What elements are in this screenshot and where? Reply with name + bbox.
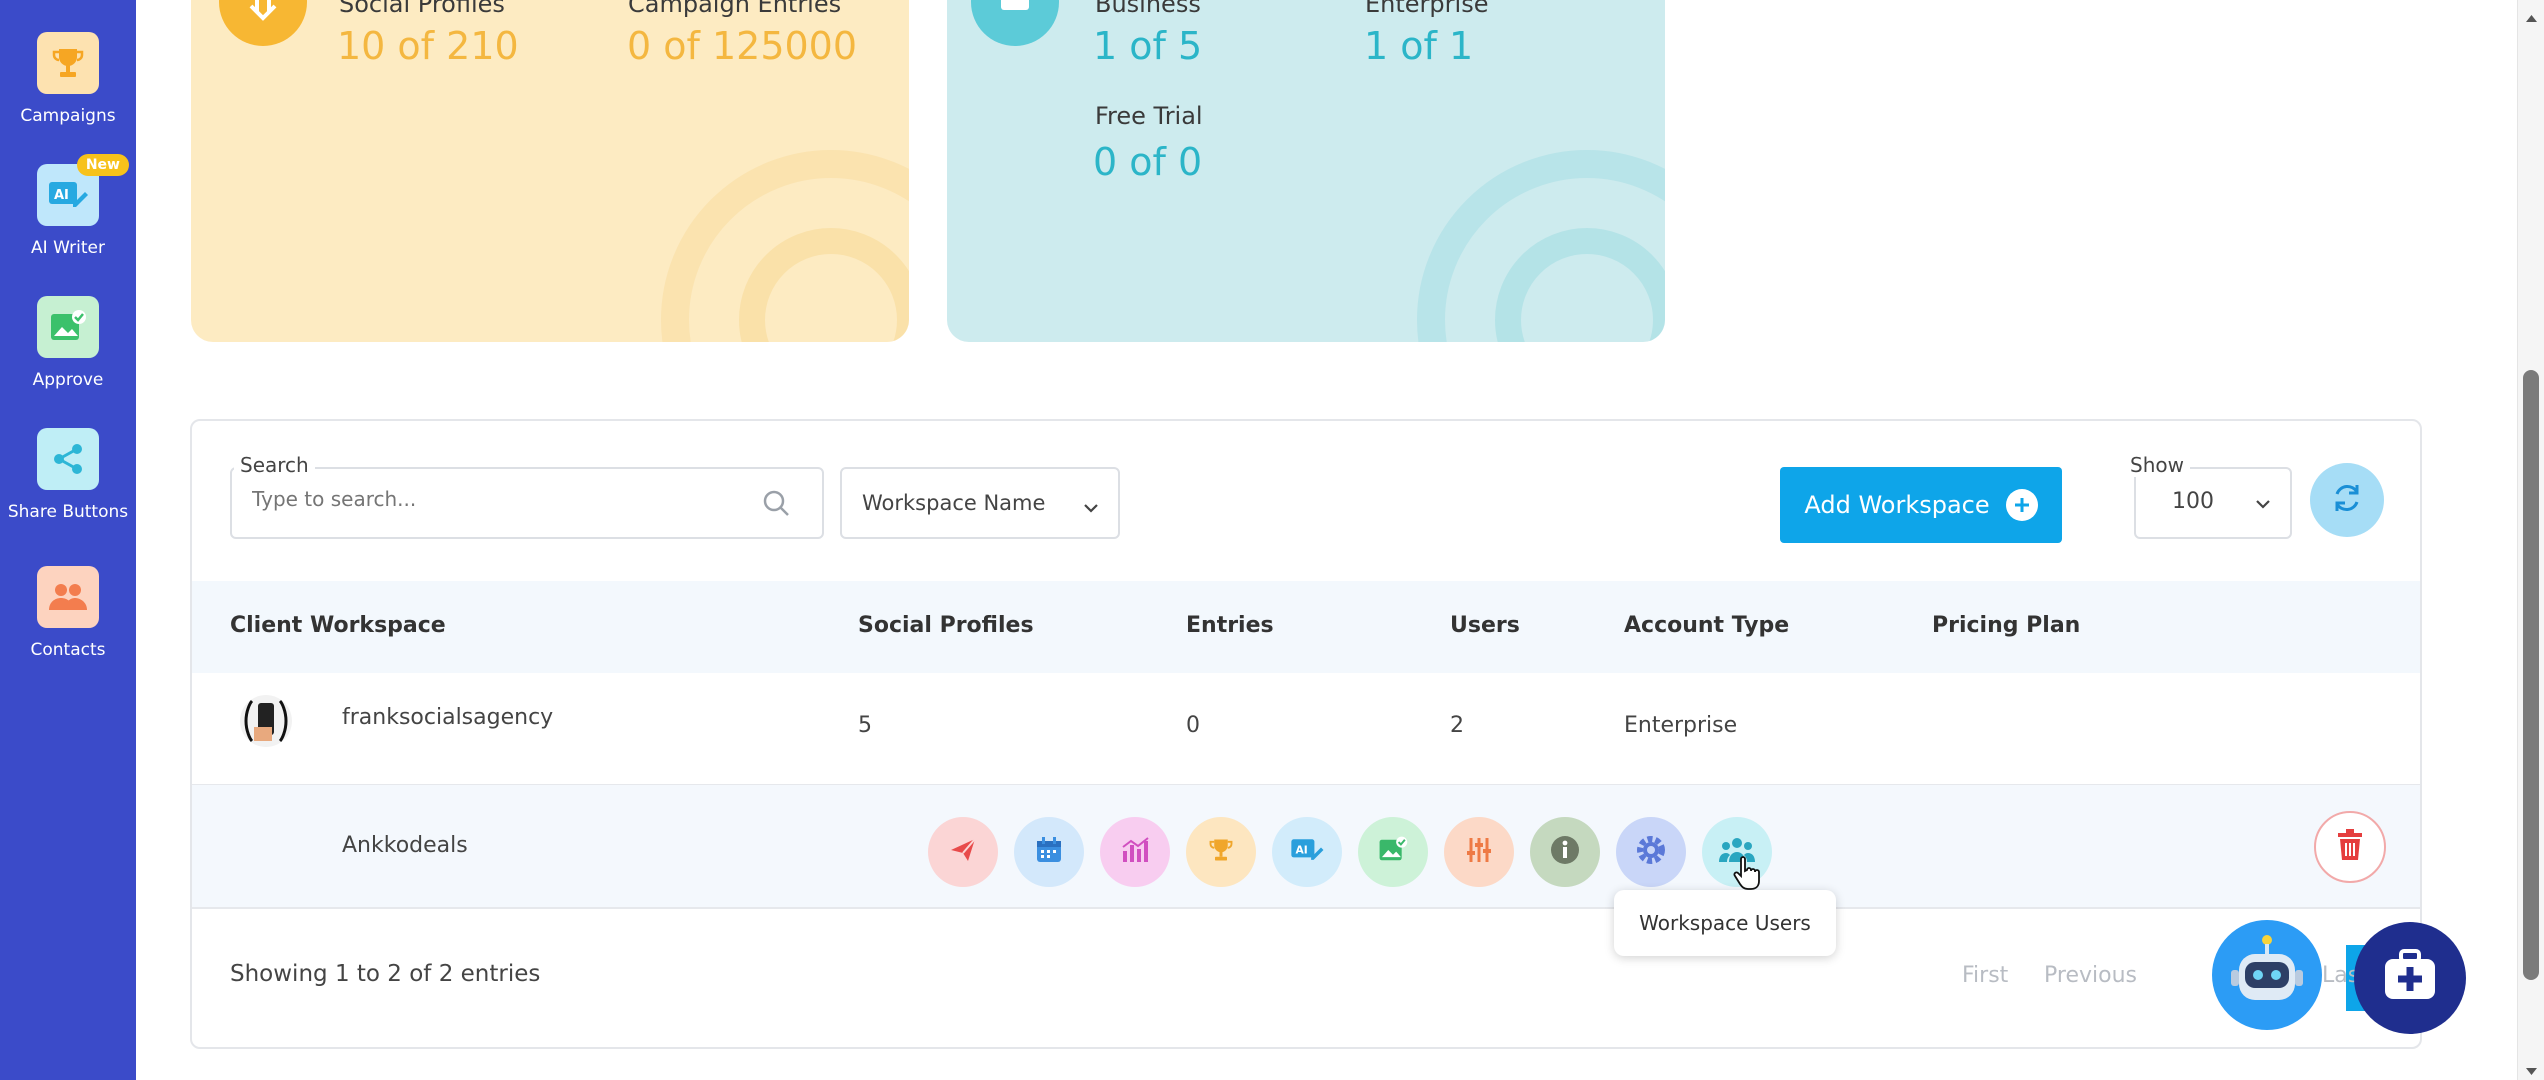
show-entries-select[interactable]: 100 — [2134, 467, 2292, 539]
gear-icon — [1634, 833, 1668, 871]
sidebar-item-label: Campaigns — [20, 106, 116, 126]
add-workspace-label: Add Workspace — [1804, 491, 1990, 519]
workspace-users-tooltip: Workspace Users — [1614, 890, 1836, 956]
document-icon — [971, 0, 1059, 46]
sidebar-item-share-buttons[interactable]: Share Buttons — [0, 428, 136, 522]
usage-card: Social Profiles 10 of 210 Campaign Entri… — [191, 0, 909, 342]
table-header: Client Workspace Social Profiles Entries… — [192, 581, 2420, 673]
plans-card: Business 1 of 5 Enterprise 1 of 1 Free T… — [947, 0, 1665, 342]
sidebar-item-campaigns[interactable]: Campaigns — [0, 32, 136, 126]
entries-count: 0 — [1186, 713, 1200, 738]
svg-text:AI: AI — [1295, 843, 1307, 856]
workspaces-panel: Search Workspace Name Add Workspace 100 … — [190, 419, 2422, 1049]
search-box[interactable] — [230, 467, 824, 539]
column-header: Account Type — [1624, 613, 1790, 638]
download-icon — [219, 0, 307, 46]
business-label: Business — [1095, 0, 1201, 18]
svg-text:AI: AI — [54, 188, 69, 203]
paper-plane-icon — [947, 834, 979, 870]
info-button[interactable] — [1530, 817, 1600, 887]
image-check-icon — [37, 296, 99, 358]
ai-writer-button[interactable]: AI — [1272, 817, 1342, 887]
chatbot-button[interactable] — [2212, 920, 2322, 1030]
workspace-avatar — [234, 693, 298, 753]
campaign-entries-label: Campaign Entries — [628, 0, 842, 18]
workspace-filter-select[interactable]: Workspace Name — [840, 467, 1120, 539]
business-value: 1 of 5 — [1093, 24, 1203, 68]
table-row: franksocialsagency 5 0 2 Enterprise — [192, 673, 2420, 785]
image-check-icon — [1377, 835, 1409, 869]
trash-icon — [2335, 828, 2365, 866]
free-trial-label: Free Trial — [1095, 102, 1203, 130]
workspace-name[interactable]: franksocialsagency — [342, 705, 553, 730]
workspace-filter-value: Workspace Name — [862, 491, 1046, 515]
free-trial-value: 0 of 0 — [1093, 140, 1203, 184]
social-profiles-count: 5 — [858, 713, 872, 738]
column-header: Client Workspace — [230, 613, 446, 638]
sidebar-item-label: Share Buttons — [7, 502, 129, 522]
settings-sliders-icon — [1464, 835, 1494, 869]
share-icon — [37, 428, 99, 490]
refresh-button[interactable] — [2310, 463, 2384, 537]
sidebar-item-label: Contacts — [30, 640, 106, 660]
show-label: Show — [2124, 453, 2190, 477]
table-row: Ankkodeals AI — [192, 785, 2420, 909]
workspace-name[interactable]: Ankkodeals — [342, 833, 468, 858]
support-button[interactable] — [2354, 922, 2466, 1034]
scrollbar-thumb[interactable] — [2523, 370, 2539, 980]
search-input[interactable] — [252, 487, 732, 511]
sidebar-item-approve[interactable]: Approve — [0, 296, 136, 390]
column-header[interactable]: Entries — [1186, 613, 1274, 638]
scroll-down-arrow-icon[interactable] — [2525, 1062, 2538, 1080]
refresh-icon — [2329, 480, 2365, 520]
sidebar-item-ai-writer[interactable]: AI New AI Writer — [0, 154, 136, 258]
calendar-icon — [1034, 835, 1064, 869]
search-label: Search — [234, 453, 315, 477]
trophy-icon — [37, 32, 99, 94]
trophy-icon — [1206, 835, 1236, 869]
info-icon — [1548, 833, 1582, 871]
settings-button[interactable] — [1616, 817, 1686, 887]
sidebar: Campaigns AI New AI Writer Approve Share… — [0, 0, 136, 1080]
pagination-first[interactable]: First — [1962, 963, 2008, 988]
account-type: Enterprise — [1624, 713, 1738, 738]
campaign-entries-value: 0 of 125000 — [627, 24, 858, 68]
sidebar-item-label: AI Writer — [31, 238, 105, 258]
social-profiles-label: Social Profiles — [339, 0, 505, 18]
campaigns-button[interactable] — [1186, 817, 1256, 887]
delete-workspace-button[interactable] — [2314, 811, 2386, 883]
calendar-button[interactable] — [1014, 817, 1084, 887]
ai-writer-icon: AI — [1289, 836, 1325, 868]
analytics-icon — [1119, 835, 1151, 869]
approve-button[interactable] — [1358, 817, 1428, 887]
social-profiles-value: 10 of 210 — [337, 24, 519, 68]
ai-writer-icon: AI New — [37, 154, 129, 226]
contacts-icon — [37, 566, 99, 628]
entries-info: Showing 1 to 2 of 2 entries — [230, 961, 541, 987]
pagination-previous[interactable]: Previous — [2044, 963, 2137, 988]
plus-icon — [2005, 489, 2038, 521]
search-icon[interactable] — [760, 487, 792, 523]
add-workspace-button[interactable]: Add Workspace — [1780, 467, 2062, 543]
enterprise-value: 1 of 1 — [1364, 24, 1474, 68]
sidebar-item-contacts[interactable]: Contacts — [0, 566, 136, 660]
settings-sliders-button[interactable] — [1444, 817, 1514, 887]
analytics-button[interactable] — [1100, 817, 1170, 887]
chevron-down-icon — [1082, 495, 1100, 519]
new-badge: New — [76, 154, 129, 176]
publish-button[interactable] — [928, 817, 998, 887]
first-aid-kit-icon — [2379, 947, 2441, 1009]
sidebar-item-label: Approve — [32, 370, 104, 390]
enterprise-label: Enterprise — [1365, 0, 1489, 18]
show-entries-value: 100 — [2172, 489, 2214, 514]
users-count: 2 — [1450, 713, 1464, 738]
page-scrollbar[interactable] — [2517, 0, 2544, 1080]
chevron-down-icon — [2254, 495, 2272, 514]
scroll-up-arrow-icon[interactable] — [2525, 8, 2538, 27]
column-header[interactable]: Social Profiles — [858, 613, 1034, 638]
cursor-hand-icon — [1732, 855, 1762, 895]
column-header: Users — [1450, 613, 1520, 638]
column-header: Pricing Plan — [1932, 613, 2081, 638]
robot-icon — [2226, 930, 2308, 1020]
